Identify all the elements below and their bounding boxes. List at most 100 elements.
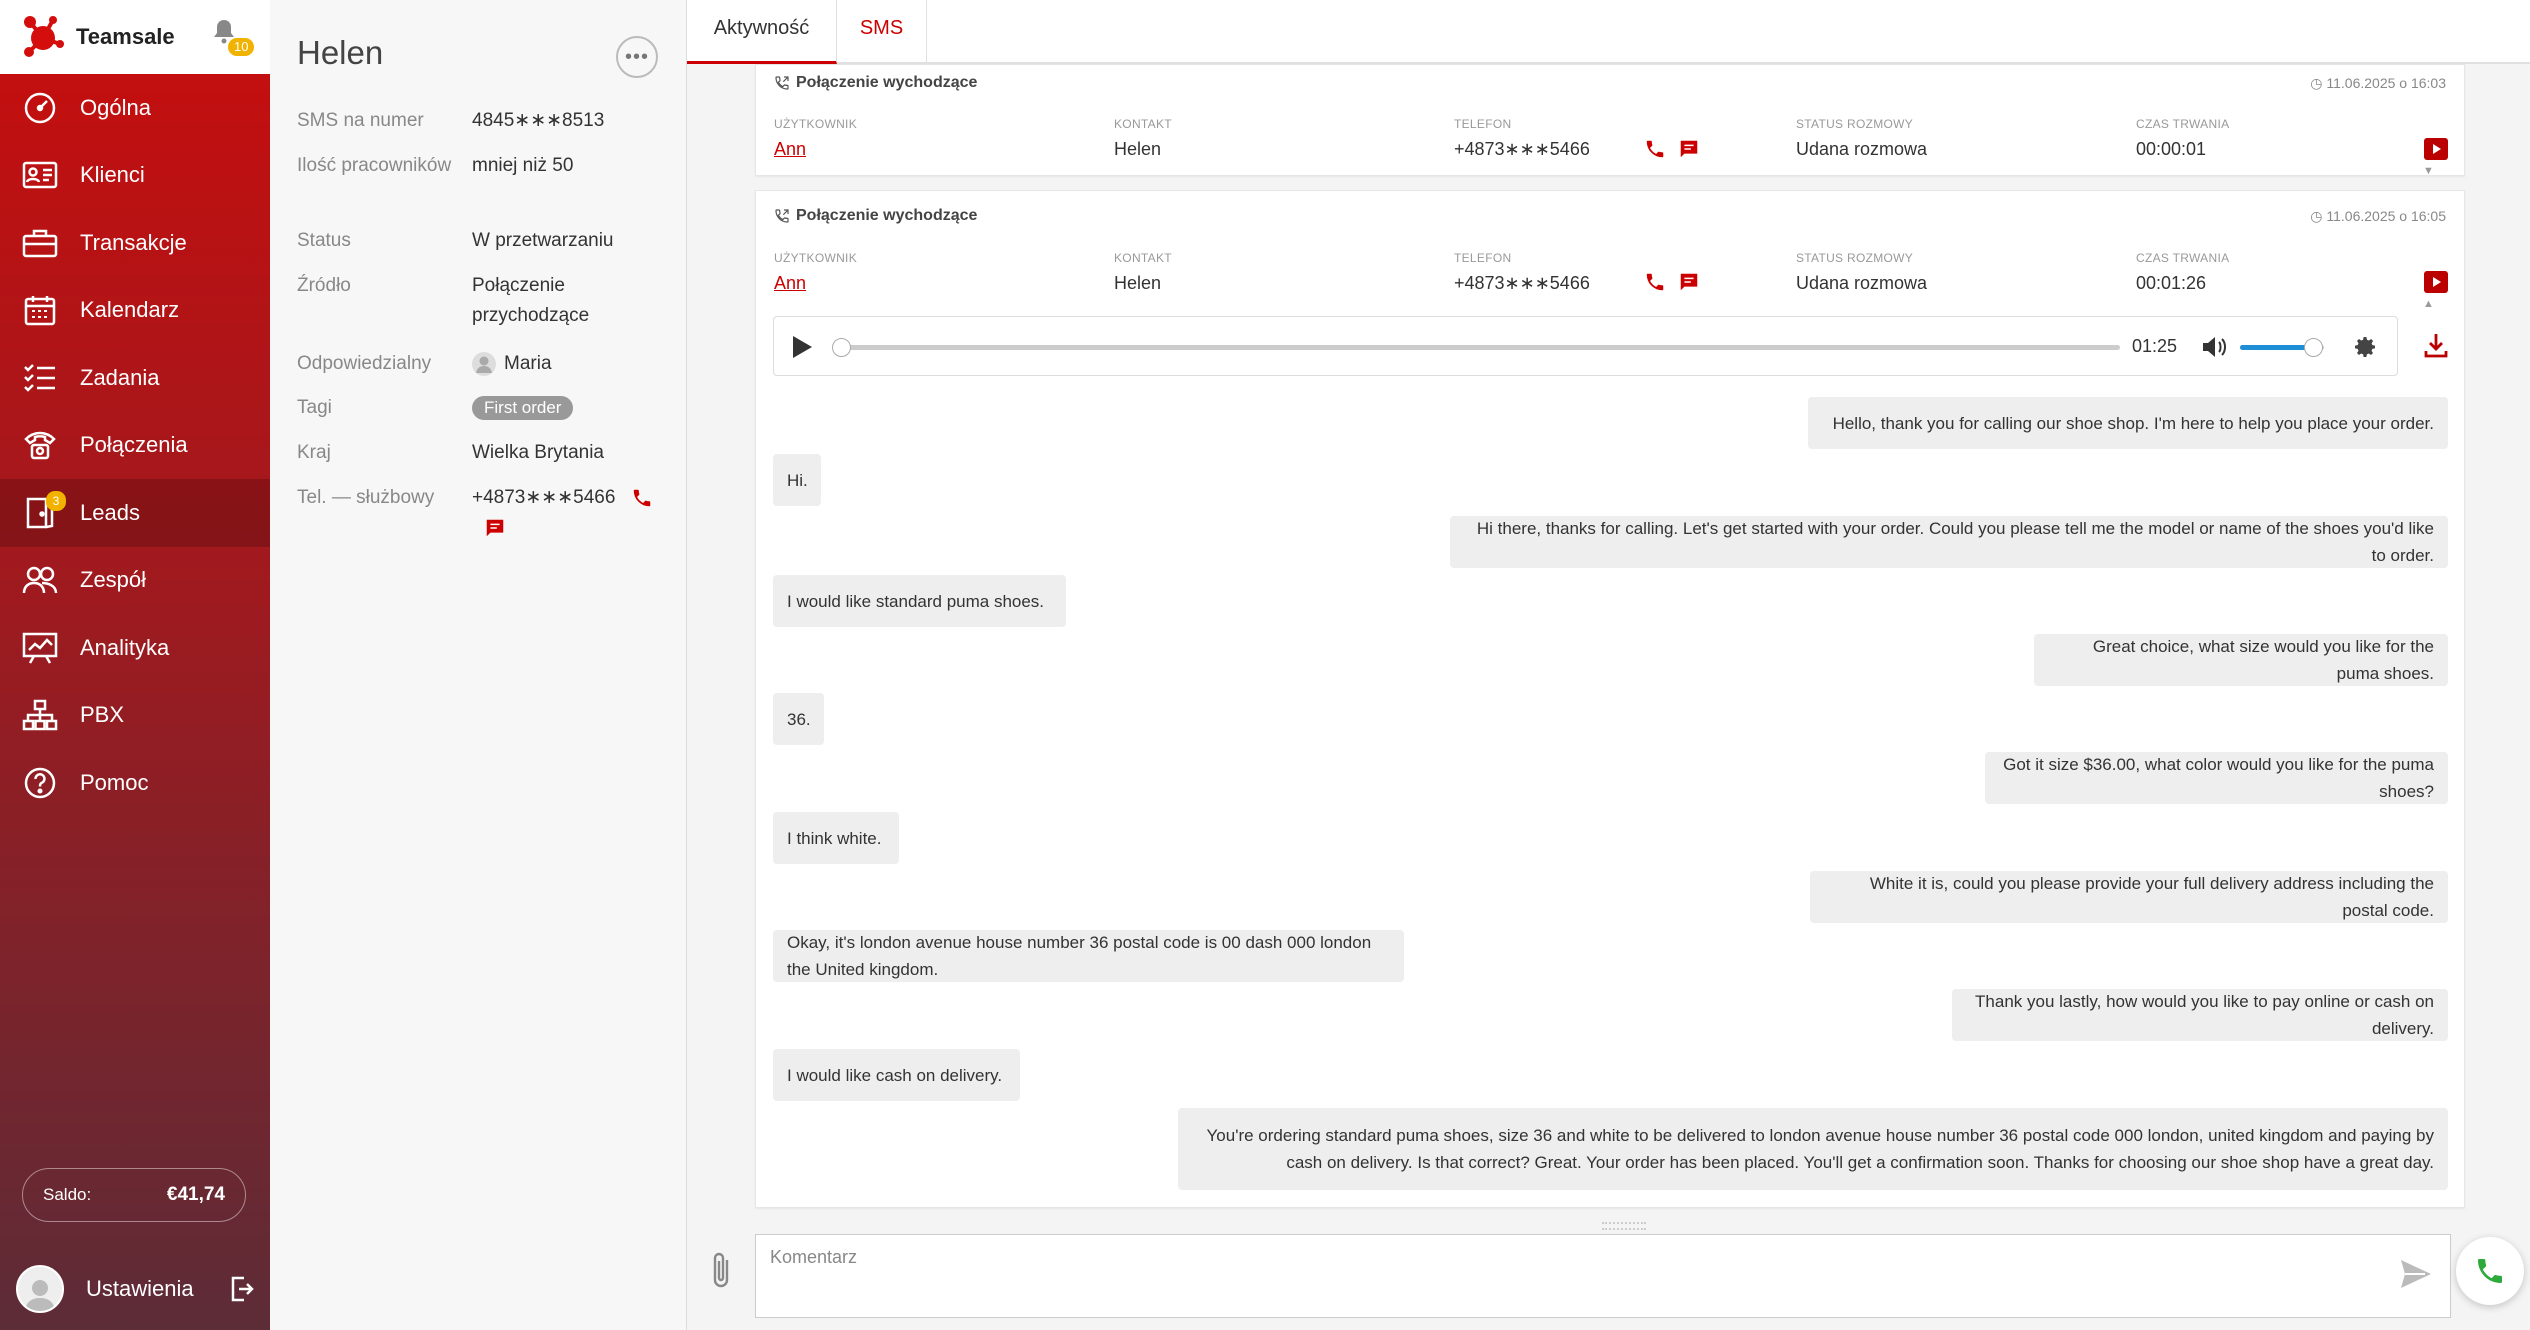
col-value: Helen xyxy=(1114,139,1162,159)
col-duration: CZAS TRWANIA 00:01:26 xyxy=(2136,251,2229,294)
contact-card-icon xyxy=(22,157,58,193)
call-date: 11.06.2025 o 16:03 xyxy=(2326,75,2446,91)
start-call-button[interactable] xyxy=(2456,1237,2524,1305)
nav-item-zespol[interactable]: Zespół xyxy=(0,547,270,615)
field-label: Tagi xyxy=(297,397,332,418)
settings-gear-icon[interactable] xyxy=(2354,335,2378,359)
seek-handle[interactable] xyxy=(832,338,851,357)
main-nav: Ogólna Klienci Transakcje Kalendarz Zada… xyxy=(0,74,270,817)
col-status: STATUS ROZMOWY Udana rozmowa xyxy=(1796,117,1927,160)
clock-icon: ◷ xyxy=(2310,75,2327,91)
col-label: UŻYTKOWNIK xyxy=(774,117,857,131)
call-card-expanded: Połączenie wychodzące ◷ 11.06.2025 o 16:… xyxy=(755,190,2465,1208)
work-phone-number[interactable]: +4873∗∗∗5466 xyxy=(472,487,615,508)
col-label: KONTAKT xyxy=(1114,117,1172,131)
download-icon[interactable] xyxy=(2423,332,2449,358)
phone-icon xyxy=(2478,1259,2502,1283)
transcript-agent-bubble: White it is, could you please provide yo… xyxy=(1810,871,2448,923)
resize-handle[interactable] xyxy=(1602,1222,1646,1230)
volume-slider[interactable] xyxy=(2240,338,2324,357)
user-link[interactable]: Ann xyxy=(774,273,857,294)
phone-call-icon[interactable] xyxy=(1644,138,1666,160)
seek-bar[interactable] xyxy=(832,338,2120,357)
tab-sms[interactable]: SMS xyxy=(837,0,927,64)
nav-item-transakcje[interactable]: Transakcje xyxy=(0,209,270,277)
play-icon[interactable] xyxy=(790,334,814,360)
comment-input[interactable]: Komentarz xyxy=(755,1234,2451,1318)
checklist-icon xyxy=(22,360,58,396)
outgoing-call-icon xyxy=(775,76,789,90)
transcript-agent-bubble: Hi there, thanks for calling. Let's get … xyxy=(1450,516,2448,568)
notification-badge: 10 xyxy=(228,38,255,56)
transcript-agent-bubble: Got it size $36.00, what color would you… xyxy=(1985,752,2448,804)
field-value-wrap[interactable]: Maria xyxy=(472,349,682,379)
volume-icon[interactable] xyxy=(2201,335,2227,359)
phone-call-icon[interactable] xyxy=(1644,271,1666,293)
col-phone: TELEFON +4873∗∗∗5466 xyxy=(1454,251,1590,294)
transcript-client-bubble: Okay, it's london avenue house number 36… xyxy=(773,930,1404,982)
team-icon xyxy=(22,562,58,598)
nav-label: Leads xyxy=(80,499,140,525)
nav-item-ogolna[interactable]: Ogólna xyxy=(0,74,270,142)
field-value: Wielka Brytania xyxy=(472,442,604,463)
briefcase-icon xyxy=(22,225,58,261)
more-options-button[interactable]: ••• xyxy=(616,36,658,78)
recording-toggle[interactable]: ▼ xyxy=(2423,137,2464,179)
nav-label: Połączenia xyxy=(80,432,188,458)
paperclip-icon[interactable] xyxy=(709,1250,735,1290)
volume-handle[interactable] xyxy=(2304,338,2323,357)
send-icon[interactable] xyxy=(2399,1258,2433,1290)
col-label: TELEFON xyxy=(1454,251,1512,265)
gauge-icon xyxy=(22,90,58,126)
nav-label: Zespół xyxy=(80,567,147,593)
nav-item-leads[interactable]: 3 Leads xyxy=(0,479,270,547)
field-value: 4845∗∗∗8513 xyxy=(472,110,605,131)
nav-item-analityka[interactable]: Analityka xyxy=(0,614,270,682)
field-label: Kraj xyxy=(297,442,331,463)
phone-call-icon[interactable] xyxy=(631,487,653,509)
user-avatar-icon xyxy=(472,351,496,376)
tab-activity[interactable]: Aktywność xyxy=(687,0,837,64)
nav-label: Zadania xyxy=(80,364,160,390)
recording-toggle[interactable]: ▲ xyxy=(2423,270,2464,312)
teamsale-logo[interactable] xyxy=(20,14,66,60)
nav-label: Analityka xyxy=(80,634,170,660)
settings-row[interactable]: Ustawienia xyxy=(0,1248,270,1330)
comment-placeholder: Komentarz xyxy=(770,1247,858,1267)
nav-label: PBX xyxy=(80,702,125,728)
network-icon xyxy=(22,697,58,733)
call-title: Połączenie wychodzące xyxy=(796,207,978,224)
balance-pill[interactable]: Saldo: €41,74 xyxy=(22,1168,246,1222)
nav-item-kalendarz[interactable]: Kalendarz xyxy=(0,277,270,345)
tab-bar: Aktywność SMS xyxy=(687,0,2530,64)
col-value: Udana rozmowa xyxy=(1796,139,1928,159)
responsible-name: Maria xyxy=(504,353,552,374)
play-recording-icon xyxy=(2424,271,2448,293)
col-label: TELEFON xyxy=(1454,117,1512,131)
nav-item-pbx[interactable]: PBX xyxy=(0,682,270,750)
leads-badge: 3 xyxy=(46,491,66,511)
tag-badge[interactable]: First order xyxy=(472,396,574,420)
clock-icon: ◷ xyxy=(2310,208,2327,224)
user-link[interactable]: Ann xyxy=(774,139,857,160)
chart-board-icon xyxy=(22,630,58,666)
col-duration: CZAS TRWANIA 00:00:01 xyxy=(2136,117,2229,160)
nav-item-polaczenia[interactable]: Połączenia xyxy=(0,412,270,480)
transcript-client-bubble: Hi. xyxy=(773,454,821,506)
nav-item-zadania[interactable]: Zadania xyxy=(0,344,270,412)
call-date: 11.06.2025 o 16:05 xyxy=(2326,208,2446,224)
col-value: 00:00:01 xyxy=(2136,139,2207,159)
nav-item-klienci[interactable]: Klienci xyxy=(0,142,270,210)
nav-item-pomoc[interactable]: Pomoc xyxy=(0,749,270,817)
sms-icon[interactable] xyxy=(1678,138,1700,160)
col-label: STATUS ROZMOWY xyxy=(1796,117,1914,131)
avatar xyxy=(16,1265,64,1313)
calendar-icon xyxy=(22,292,58,328)
chevron-up-icon: ▲ xyxy=(2423,298,2434,310)
transcript-agent-bubble: Hello, thank you for calling our shoe sh… xyxy=(1808,397,2448,449)
col-contact: KONTAKT Helen xyxy=(1114,117,1172,160)
logout-icon[interactable] xyxy=(230,1276,254,1308)
sms-icon[interactable] xyxy=(1678,271,1700,293)
sms-icon[interactable] xyxy=(484,517,506,539)
transcript-client-bubble: I would like standard puma shoes. xyxy=(773,575,1066,627)
